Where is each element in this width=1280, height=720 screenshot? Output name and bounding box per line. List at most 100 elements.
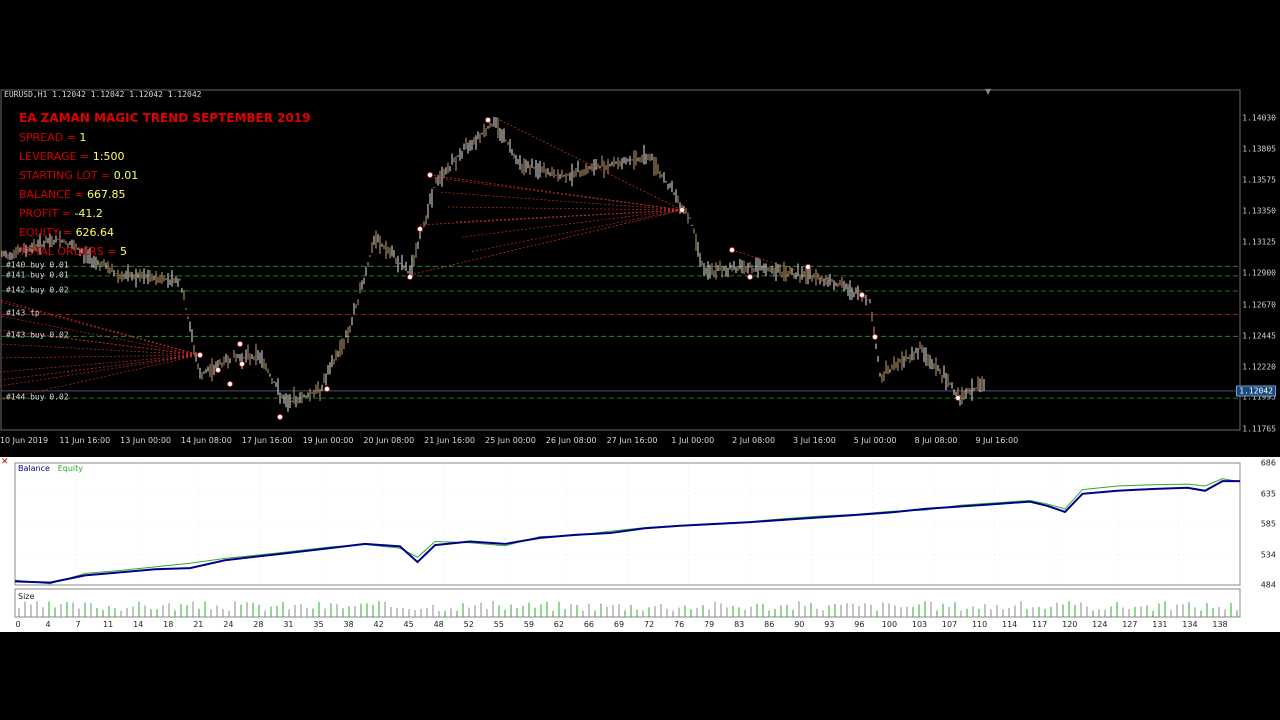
equity-row: EQUITY = 626.64 bbox=[19, 223, 311, 242]
order-label[interactable]: #143 buy 0.02 bbox=[6, 331, 69, 340]
graph-x-tick: 103 bbox=[911, 620, 928, 629]
price-tick-label: 1.11765 bbox=[1242, 424, 1276, 434]
price-chart-window[interactable]: EURUSD,H1 1.12042 1.12042 1.12042 1.1204… bbox=[0, 87, 1280, 445]
graph-x-tick: 28 bbox=[253, 620, 264, 629]
trade-marker bbox=[427, 172, 433, 178]
graph-x-tick: 14 bbox=[133, 620, 144, 629]
legend-equity: Equity bbox=[57, 464, 83, 473]
time-tick-label: 9 Jul 16:00 bbox=[975, 436, 1019, 445]
graph-y-tick: 585 bbox=[1260, 519, 1276, 529]
order-connector bbox=[499, 119, 683, 211]
balance-equity-graph[interactable] bbox=[0, 457, 1280, 632]
graph-legend: Balance / Equity bbox=[18, 464, 83, 473]
graph-x-tick: 38 bbox=[343, 620, 354, 629]
graph-x-tick: 90 bbox=[794, 620, 805, 629]
profit-value: -41.2 bbox=[74, 207, 103, 220]
graph-x-tick: 107 bbox=[941, 620, 958, 629]
graph-x-tick: 76 bbox=[674, 620, 685, 629]
graph-x-tick: 86 bbox=[764, 620, 775, 629]
trade-marker bbox=[872, 334, 878, 340]
graph-x-tick: 93 bbox=[824, 620, 835, 629]
orders-label: TOTAL ORDERS = bbox=[19, 245, 120, 258]
spread-label: SPREAD = bbox=[19, 131, 80, 144]
close-icon[interactable]: ✕ bbox=[1, 458, 9, 467]
time-tick-label: 21 Jun 16:00 bbox=[424, 436, 476, 445]
graph-x-tick: 55 bbox=[493, 620, 504, 629]
price-tick-label: 1.12220 bbox=[1242, 362, 1276, 372]
balance-value: 667.85 bbox=[87, 188, 126, 201]
symbol-title: EURUSD,H1 1.12042 1.12042 1.12042 1.1204… bbox=[4, 90, 202, 99]
graph-x-tick: 31 bbox=[283, 620, 294, 629]
trade-marker bbox=[407, 274, 413, 280]
graph-x-tick: 4 bbox=[45, 620, 51, 629]
graph-x-tick: 120 bbox=[1062, 620, 1078, 629]
time-tick-label: 3 Jul 16:00 bbox=[792, 436, 836, 445]
shift-marker-icon[interactable]: ▼ bbox=[985, 87, 991, 96]
size-label: Size bbox=[18, 592, 35, 601]
graph-x-tick: 11 bbox=[103, 620, 114, 629]
time-tick-label: 2 Jul 08:00 bbox=[732, 436, 776, 445]
order-connector bbox=[0, 354, 201, 381]
ea-info-panel: EA ZAMAN MAGIC TREND SEPTEMBER 2019 SPRE… bbox=[19, 109, 311, 261]
time-tick-label: 20 Jun 08:00 bbox=[363, 436, 415, 445]
tester-graph-window[interactable]: ✕ Balance / Equity Size 686 635 585 534 484 … bbox=[0, 457, 1280, 632]
trade-marker bbox=[227, 381, 233, 387]
trade-marker bbox=[237, 341, 243, 347]
lot-row: STARTING LOT = 0.01 bbox=[19, 166, 311, 185]
order-connector bbox=[429, 176, 683, 211]
order-connector bbox=[0, 354, 201, 387]
order-label[interactable]: #143 tp bbox=[6, 309, 40, 318]
legend-balance: Balance bbox=[18, 464, 50, 473]
time-tick-label: 13 Jun 00:00 bbox=[120, 436, 172, 445]
time-tick-label: 27 Jun 16:00 bbox=[606, 436, 658, 445]
time-tick-label: 8 Jul 08:00 bbox=[914, 436, 958, 445]
graph-x-tick: 79 bbox=[704, 620, 715, 629]
graph-x-tick: 131 bbox=[1152, 620, 1168, 629]
graph-x-tick: 83 bbox=[734, 620, 745, 629]
graph-x-tick: 114 bbox=[1002, 620, 1018, 629]
leverage-label: LEVERAGE = bbox=[19, 150, 93, 163]
graph-x-tick: 69 bbox=[613, 620, 625, 629]
graph-x-tick: 52 bbox=[463, 620, 474, 629]
order-label[interactable]: #140 buy 0.01 bbox=[6, 261, 69, 270]
trade-marker bbox=[239, 361, 245, 367]
order-connector bbox=[437, 191, 683, 211]
trade-marker bbox=[729, 247, 735, 253]
trade-marker bbox=[197, 352, 203, 358]
graph-x-tick: 7 bbox=[75, 620, 81, 629]
order-label[interactable]: #144 buy 0.02 bbox=[6, 393, 69, 402]
trade-marker bbox=[805, 264, 811, 270]
order-label[interactable]: #141 buy 0.01 bbox=[6, 270, 69, 279]
time-tick-label: 5 Jul 00:00 bbox=[853, 436, 897, 445]
graph-y-tick: 484 bbox=[1260, 580, 1276, 590]
price-tick-label: 1.14030 bbox=[1242, 113, 1276, 123]
trade-marker bbox=[324, 386, 330, 392]
order-connector bbox=[0, 354, 201, 359]
balance-row: BALANCE = 667.85 bbox=[19, 185, 311, 204]
profit-label: PROFIT = bbox=[19, 207, 75, 220]
graph-x-tick: 72 bbox=[643, 620, 655, 629]
order-label[interactable]: #142 buy 0.02 bbox=[6, 286, 69, 295]
graph-x-tick: 124 bbox=[1092, 620, 1108, 629]
leverage-row: LEVERAGE = 1:500 bbox=[19, 147, 311, 166]
graph-x-tick: 59 bbox=[523, 620, 534, 629]
time-tick-label: 11 Jun 16:00 bbox=[59, 436, 111, 445]
trade-marker bbox=[859, 292, 865, 298]
order-connector bbox=[445, 206, 683, 211]
graph-x-tick: 42 bbox=[373, 620, 384, 629]
graph-x-tick: 45 bbox=[403, 620, 414, 629]
order-connector bbox=[0, 343, 201, 356]
graph-x-tick: 117 bbox=[1032, 620, 1048, 629]
spread-row: SPREAD = 1 bbox=[19, 128, 311, 147]
trade-marker bbox=[955, 395, 961, 401]
trade-marker bbox=[485, 117, 491, 123]
price-tick-label: 1.12445 bbox=[1242, 331, 1276, 341]
price-tick-label: 1.13805 bbox=[1242, 144, 1276, 154]
graph-x-tick: 24 bbox=[223, 620, 234, 629]
price-tick-label: 1.13125 bbox=[1242, 237, 1276, 247]
time-tick-label: 26 Jun 08:00 bbox=[545, 436, 597, 445]
price-tick-label: 1.12900 bbox=[1242, 268, 1276, 278]
price-tick-label: 1.13575 bbox=[1242, 175, 1276, 185]
orders-row: TOTAL ORDERS = 5 bbox=[19, 242, 311, 261]
trade-marker bbox=[679, 207, 685, 213]
